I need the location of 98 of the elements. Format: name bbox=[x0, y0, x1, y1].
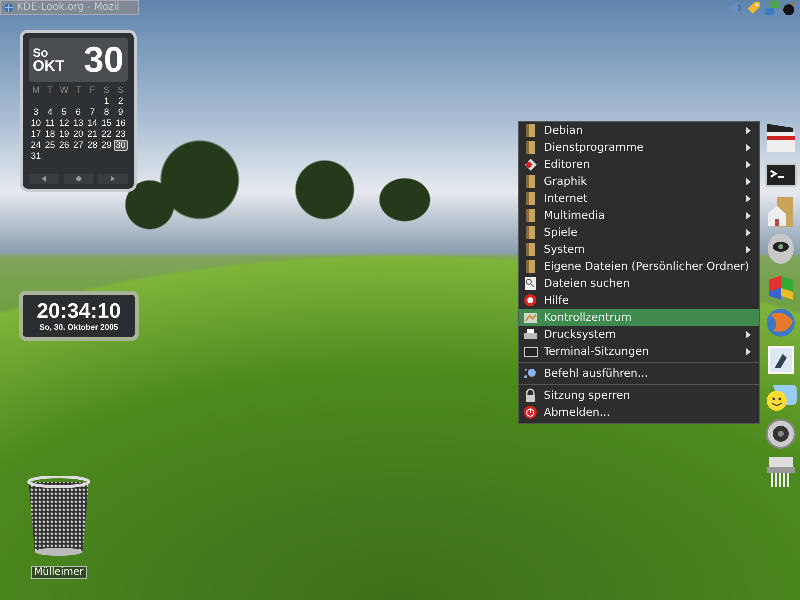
folder-icon bbox=[523, 123, 538, 138]
date-cell[interactable]: 21 bbox=[86, 129, 100, 140]
submenu-arrow-icon bbox=[746, 330, 751, 338]
menu-item[interactable]: Sitzung sperren bbox=[519, 387, 759, 404]
weekday-heading: S bbox=[116, 85, 125, 96]
date-cell[interactable]: 8 bbox=[100, 107, 114, 118]
date-cell[interactable]: 26 bbox=[57, 140, 72, 151]
date-cell[interactable]: 16 bbox=[114, 118, 128, 129]
date-cell[interactable]: 6 bbox=[71, 107, 86, 118]
date-cell[interactable]: 19 bbox=[57, 129, 72, 140]
submenu-arrow-icon bbox=[746, 126, 751, 134]
date-cell[interactable]: 23 bbox=[114, 129, 128, 140]
folder-icon bbox=[523, 225, 538, 240]
month-label: OKT bbox=[33, 58, 65, 74]
menu-item[interactable]: Hilfe bbox=[519, 292, 759, 309]
submenu-arrow-icon bbox=[746, 228, 751, 236]
menu-item[interactable]: Spiele bbox=[519, 224, 759, 241]
weekday-heading: T bbox=[46, 85, 54, 96]
date-cell[interactable]: 25 bbox=[43, 140, 58, 151]
time-display: 20:34:10 bbox=[36, 300, 122, 322]
folder-icon bbox=[523, 208, 538, 223]
date-cell[interactable]: 2 bbox=[114, 96, 128, 107]
menu-item[interactable]: Editoren bbox=[519, 156, 759, 173]
weekday-heading: F bbox=[88, 85, 96, 96]
submenu-arrow-icon bbox=[746, 144, 751, 152]
submenu-arrow-icon bbox=[746, 194, 751, 202]
weekday-heading: M bbox=[31, 85, 41, 96]
date-cell[interactable]: 3 bbox=[29, 107, 44, 118]
date-cell[interactable]: 14 bbox=[86, 118, 100, 129]
magnifier-icon bbox=[523, 276, 538, 291]
date-cell[interactable]: 5 bbox=[57, 107, 72, 118]
date-cell[interactable]: 18 bbox=[43, 129, 58, 140]
next-button[interactable] bbox=[98, 174, 128, 184]
folder-icon bbox=[523, 191, 538, 206]
menu-item[interactable]: Terminal-Sitzungen bbox=[519, 343, 759, 360]
gear-icon bbox=[523, 366, 538, 381]
menu-item[interactable]: Drucksystem bbox=[519, 326, 759, 343]
control-panel-icon bbox=[523, 310, 538, 325]
date-cell[interactable]: 15 bbox=[100, 118, 114, 129]
icon-label[interactable]: Mülleimer bbox=[31, 566, 87, 579]
folder-icon bbox=[523, 242, 538, 257]
weekday-label: So bbox=[33, 46, 50, 58]
previous-button[interactable] bbox=[29, 174, 59, 184]
pen-icon bbox=[523, 157, 538, 172]
date-display: So, 30. Oktober 2005 bbox=[40, 322, 118, 332]
weekday-heading: S bbox=[102, 85, 111, 96]
globe-icon bbox=[4, 2, 14, 12]
menu-item[interactable]: Graphik bbox=[519, 173, 759, 190]
submenu-arrow-icon bbox=[746, 246, 751, 254]
printer-icon bbox=[523, 327, 538, 342]
menu-item[interactable]: Dateien suchen bbox=[519, 275, 759, 292]
date-cell[interactable]: 13 bbox=[71, 118, 86, 129]
date-cell[interactable]: 22 bbox=[100, 129, 114, 140]
date-cell[interactable]: 4 bbox=[43, 107, 58, 118]
lifebuoy-icon bbox=[523, 293, 538, 308]
menu-item[interactable]: Dienstprogramme bbox=[519, 139, 759, 156]
loudspeaker-icon[interactable] bbox=[763, 416, 799, 452]
menu-item[interactable]: Abmelden... bbox=[519, 404, 759, 421]
date-cell[interactable]: 29 bbox=[100, 140, 114, 151]
date-cell[interactable]: 10 bbox=[29, 118, 44, 129]
padlock-icon bbox=[523, 388, 538, 403]
power-icon bbox=[523, 405, 538, 420]
menu-item[interactable]: Befehl ausführen... bbox=[519, 365, 759, 382]
terminal-icon bbox=[523, 344, 538, 359]
date-cell[interactable]: 1 bbox=[100, 96, 114, 107]
menu-item[interactable]: Multimedia bbox=[519, 207, 759, 224]
bomb-icon[interactable] bbox=[782, 0, 798, 16]
menu-item[interactable]: System bbox=[519, 241, 759, 258]
submenu-arrow-icon bbox=[746, 212, 751, 220]
menu-item[interactable]: Internet bbox=[519, 190, 759, 207]
submenu-arrow-icon bbox=[746, 160, 751, 168]
day-number: 30 bbox=[84, 42, 124, 78]
date-cell[interactable]: 9 bbox=[114, 107, 128, 118]
date-cell[interactable]: 28 bbox=[86, 140, 100, 151]
date-cell[interactable]: 7 bbox=[86, 107, 100, 118]
left-arrow-icon bbox=[40, 175, 48, 183]
folder-icon bbox=[523, 259, 538, 274]
menu-item[interactable]: Kontrollzentrum bbox=[519, 309, 759, 326]
date-cell[interactable]: 11 bbox=[43, 118, 58, 129]
date-cell[interactable]: 31 bbox=[29, 151, 44, 162]
date-cell[interactable]: 24 bbox=[29, 140, 44, 151]
date-cell[interactable]: 17 bbox=[29, 129, 44, 140]
menu-item[interactable]: Eigene Dateien (Persönlicher Ordner) bbox=[519, 258, 759, 275]
weekday-heading: W bbox=[59, 85, 70, 96]
date-cell[interactable]: 12 bbox=[57, 118, 72, 129]
folder-icon bbox=[523, 140, 538, 155]
weekday-heading: T bbox=[74, 85, 82, 96]
date-cell[interactable]: 30 bbox=[114, 140, 128, 151]
right-arrow-icon bbox=[109, 175, 118, 183]
date-cell[interactable]: 20 bbox=[71, 129, 86, 140]
today-button[interactable] bbox=[64, 174, 94, 184]
folder-icon bbox=[523, 174, 538, 189]
submenu-arrow-icon bbox=[746, 348, 751, 356]
dot-icon bbox=[74, 175, 82, 183]
tag-icon[interactable] bbox=[746, 0, 762, 16]
date-cell[interactable]: 27 bbox=[71, 140, 86, 151]
menu-item[interactable]: Debian bbox=[519, 122, 759, 139]
submenu-arrow-icon bbox=[746, 178, 751, 186]
